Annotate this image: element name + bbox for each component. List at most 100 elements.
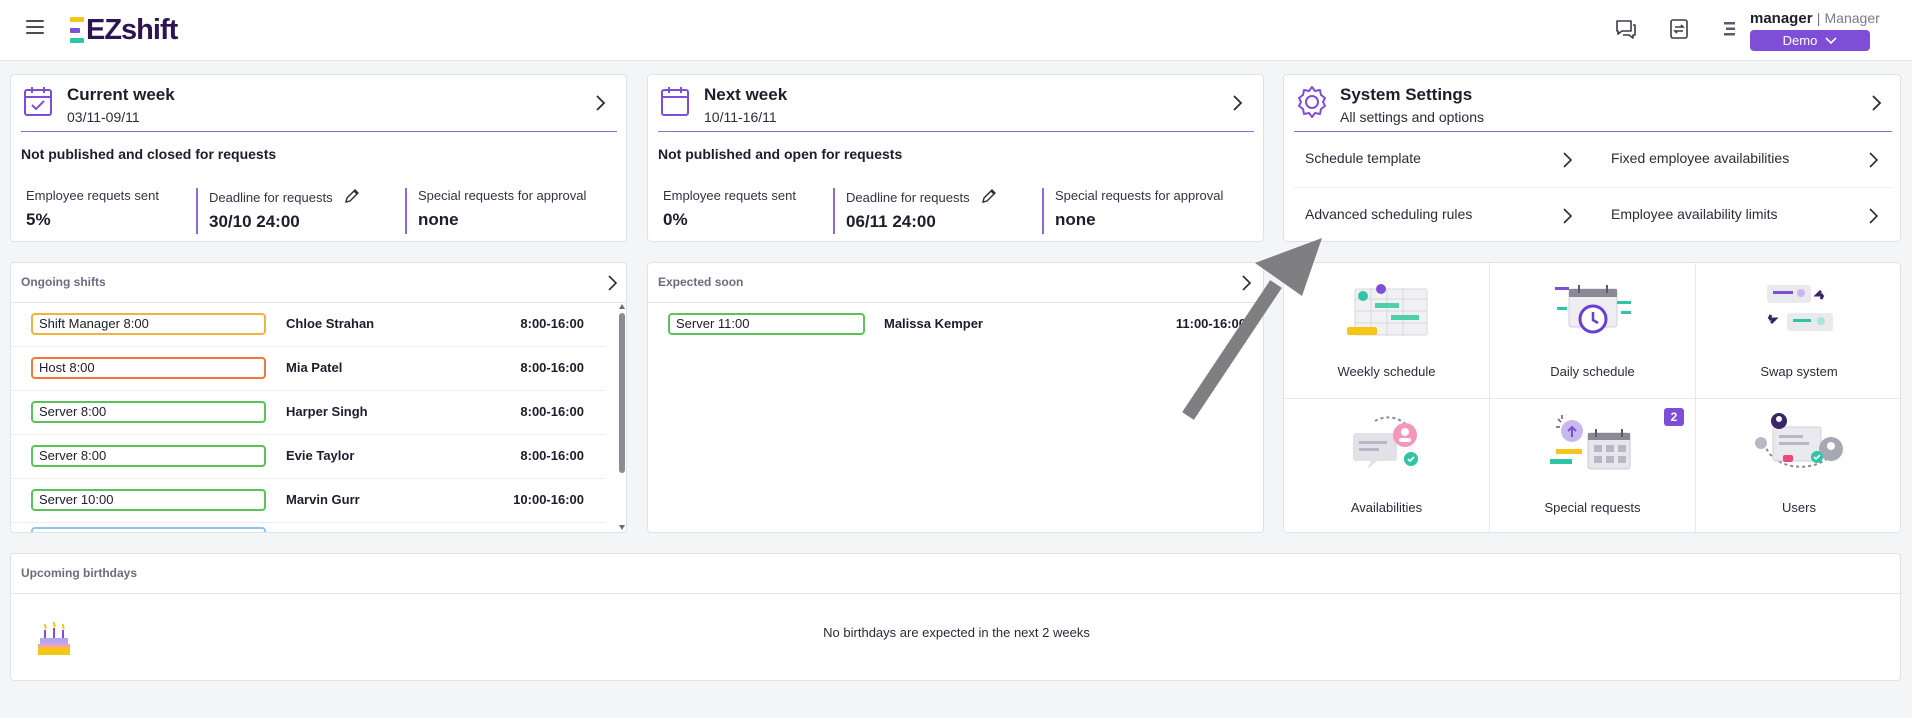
employee-name: Chloe Strahan (286, 316, 375, 331)
employee-name: Mia Patel (286, 360, 343, 375)
system-settings-card: System Settings All settings and options… (1283, 74, 1901, 242)
tile-special-requests[interactable]: 2 Special requests (1490, 399, 1696, 532)
shift-time: 8:00-16:00 (520, 316, 584, 331)
ezshift-logo[interactable]: EZshift (70, 12, 178, 48)
special-requests-icon (1549, 415, 1630, 470)
logo-mark-icon (70, 17, 84, 43)
shift-row[interactable]: Server 10:00 Marvin Gurr 10:00-16:00 (11, 479, 606, 523)
upcoming-birthdays-card: Upcoming birthdays No birthdays are expe… (10, 553, 1902, 681)
chat-icon[interactable] (1614, 17, 1638, 41)
no-birthdays-message: No birthdays are expected in the next 2 … (823, 625, 1090, 640)
scroll-thumb[interactable] (619, 313, 625, 473)
card-title: Next week (704, 85, 788, 104)
week-status: Not published and open for requests (658, 146, 903, 162)
employee-name: Evie Taylor (286, 448, 355, 463)
shift-time: 10:00-16:00 (513, 492, 584, 507)
card-subtitle: All settings and options (1340, 109, 1484, 125)
shift-time: 8:00-16:00 (520, 404, 584, 419)
tile-daily-schedule[interactable]: Daily schedule (1490, 263, 1696, 399)
chevron-right-icon (1563, 208, 1573, 224)
shift-label: Server 8:00 (31, 401, 266, 423)
divider (833, 188, 835, 234)
top-bar: EZshift manager | Manager Demo (0, 0, 1912, 61)
user-name[interactable]: manager | Manager (1750, 10, 1880, 27)
card-title: System Settings (1340, 85, 1473, 104)
daily-schedule-icon (1554, 285, 1631, 334)
scroll-up-icon[interactable] (618, 303, 626, 310)
menu-icon[interactable] (26, 20, 44, 36)
calendar-icon (661, 87, 689, 116)
user-role: Manager (1824, 10, 1880, 26)
week-range: 10/11-16/11 (704, 109, 777, 125)
employee-name: Harper Singh (286, 404, 368, 419)
card-title: Current week (67, 85, 175, 104)
shift-row[interactable]: Server 8:00 Evie Taylor 8:00-16:00 (11, 435, 606, 479)
divider (196, 188, 198, 234)
settings-link-fixed-availabilities[interactable]: Fixed employee availabilities (1599, 132, 1892, 187)
divider (21, 131, 617, 132)
chevron-right-icon[interactable] (1231, 95, 1243, 111)
chevron-right-icon (1563, 152, 1573, 168)
settings-link-schedule-template[interactable]: Schedule template (1294, 132, 1592, 187)
shift-label: Server 11:00 (668, 313, 865, 335)
location-logo-icon (1724, 22, 1735, 36)
chevron-right-icon (1869, 152, 1879, 168)
shift-label: Server 8:00 (31, 445, 266, 467)
stat-special-requests: Special requests for approval none (1055, 188, 1224, 229)
shift-label: Shift Manager 8:00 (31, 313, 266, 335)
employee-name: Malissa Kemper (884, 316, 983, 331)
weekly-schedule-icon (1346, 284, 1427, 336)
partially-visible-shift (31, 527, 266, 532)
week-status: Not published and closed for requests (21, 146, 277, 162)
ongoing-shifts-scrollbar[interactable] (618, 303, 626, 532)
modules-grid: Weekly schedule Daily schedule Swap syst… (1283, 262, 1901, 533)
shift-row[interactable]: Server 11:00 Malissa Kemper 11:00-16:00 (648, 303, 1265, 347)
shift-list: Shift Manager 8:00 Chloe Strahan 8:00-16… (11, 303, 611, 532)
settings-link-advanced-rules[interactable]: Advanced scheduling rules (1294, 188, 1592, 242)
ongoing-shifts-card: Ongoing shifts Shift Manager 8:00 Chloe … (10, 262, 627, 533)
shift-row[interactable]: Shift Manager 8:00 Chloe Strahan 8:00-16… (11, 303, 606, 347)
location-dropdown-button[interactable]: Demo (1750, 30, 1870, 51)
swap-system-icon (1767, 285, 1833, 331)
annotation-arrow-icon (1182, 238, 1322, 420)
stat-requests-sent: Employee requets sent 0% (663, 188, 796, 229)
next-week-card[interactable]: Next week 10/11-16/11 Not published and … (647, 74, 1264, 242)
stat-requests-sent: Employee requets sent 5% (26, 188, 159, 229)
location-label: Demo (1782, 33, 1818, 48)
shift-row[interactable]: Host 8:00 Mia Patel 8:00-16:00 (11, 347, 606, 391)
pending-count-badge: 2 (1664, 408, 1684, 426)
divider (1042, 188, 1044, 234)
shift-label: Server 10:00 (31, 489, 266, 511)
tile-users[interactable]: Users (1696, 399, 1900, 532)
expected-soon-card: Expected soon Server 11:00 Malissa Kempe… (647, 262, 1265, 533)
scroll-down-icon[interactable] (618, 524, 626, 531)
pencil-icon[interactable] (344, 188, 360, 204)
chevron-right-icon[interactable] (606, 275, 618, 291)
divider (11, 593, 1902, 594)
shift-row[interactable]: Server 8:00 Harper Singh 8:00-16:00 (11, 391, 606, 435)
pencil-icon[interactable] (981, 188, 997, 204)
swap-icon[interactable] (1667, 17, 1691, 41)
shift-label: Host 8:00 (31, 357, 266, 379)
settings-link-availability-limits[interactable]: Employee availability limits (1599, 188, 1892, 242)
stat-special-requests: Special requests for approval none (418, 188, 587, 229)
chevron-right-icon[interactable] (1870, 95, 1882, 111)
divider (405, 188, 407, 234)
users-icon (1755, 413, 1843, 468)
employee-name: Marvin Gurr (286, 492, 360, 507)
panel-title: Expected soon (658, 275, 744, 289)
current-week-card[interactable]: Current week 03/11-09/11 Not published a… (10, 74, 627, 242)
divider (658, 131, 1254, 132)
calendar-check-icon (24, 87, 52, 116)
separator: | (1816, 10, 1821, 26)
tile-swap-system[interactable]: Swap system (1696, 263, 1900, 399)
stat-deadline: Deadline for requests 30/10 24:00 (209, 188, 360, 232)
availabilities-icon (1352, 416, 1418, 469)
chevron-right-icon (1869, 208, 1879, 224)
panel-title: Ongoing shifts (21, 275, 106, 289)
panel-title: Upcoming birthdays (21, 566, 138, 580)
shift-time: 8:00-16:00 (520, 448, 584, 463)
chevron-down-icon (1825, 36, 1837, 44)
gear-icon (1298, 86, 1326, 118)
chevron-right-icon[interactable] (594, 95, 606, 111)
